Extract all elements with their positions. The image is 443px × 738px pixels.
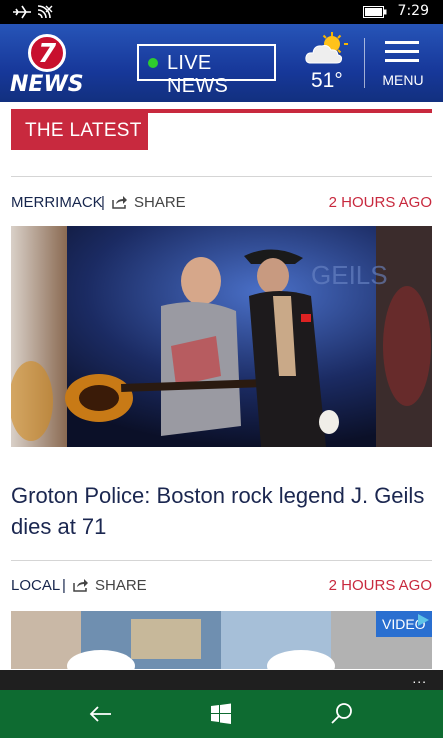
windows-start-icon[interactable] [207,700,235,728]
divider [11,560,432,561]
more-options-button[interactable]: ... [412,670,427,686]
header-divider [364,38,365,88]
status-time: 7:29 [397,3,429,19]
menu-button[interactable]: MENU [375,38,431,94]
back-icon[interactable] [87,700,115,728]
logo-circle: 7 [28,34,66,72]
ad-image [11,611,432,669]
hamburger-icon [385,41,419,68]
temperature: 51° [311,69,343,92]
share-icon[interactable] [112,195,128,209]
live-indicator-icon [148,58,158,68]
video-ad[interactable]: VIDEO [11,611,432,669]
battery-icon [363,6,387,18]
share-button[interactable]: SHARE [95,577,147,594]
article-category[interactable]: MERRIMACK [11,194,103,211]
menu-label: MENU [382,72,424,88]
guitarists-on-stage-photo[interactable]: GEILS [11,226,432,447]
section-title: THE LATEST [11,113,148,150]
article-photo: GEILS [11,226,432,447]
app-bar: ... [0,670,443,690]
live-news-button[interactable]: LIVE NEWS [137,44,276,97]
svg-text:GEILS: GEILS [311,260,388,290]
divider [11,176,432,177]
status-bar: 7:29 [0,0,443,24]
article-meta: LOCAL | SHARE 2 HOURS AGO [11,577,432,597]
partly-cloudy-icon[interactable] [305,30,351,66]
channel-7-news-logo[interactable]: 7 NEWS [10,34,84,97]
airplane-mode-icon [13,5,31,19]
app-header: 7 NEWS LIVE NEWS 51° MENU [0,24,443,102]
system-nav-bar [0,690,443,738]
article-time: 2 HOURS AGO [328,577,432,594]
search-icon[interactable] [328,700,356,728]
wifi-icon [37,5,53,19]
logo-number: 7 [37,39,57,69]
live-news-label: LIVE NEWS [167,52,229,97]
meta-separator: | [62,577,66,594]
logo-text: NEWS [10,72,84,97]
article-category[interactable]: LOCAL [11,577,60,594]
article-headline[interactable]: Groton Police: Boston rock legend J. Gei… [11,480,432,542]
share-icon[interactable] [73,578,89,592]
ad-choices-icon[interactable] [416,613,430,627]
share-button[interactable]: SHARE [134,194,186,211]
meta-separator: | [101,194,105,211]
article-time: 2 HOURS AGO [328,194,432,211]
article-meta: MERRIMACK | SHARE 2 HOURS AGO [11,194,432,214]
screen: 7:29 7 NEWS LIVE NEWS 51° MENU THE LATES… [0,0,443,738]
